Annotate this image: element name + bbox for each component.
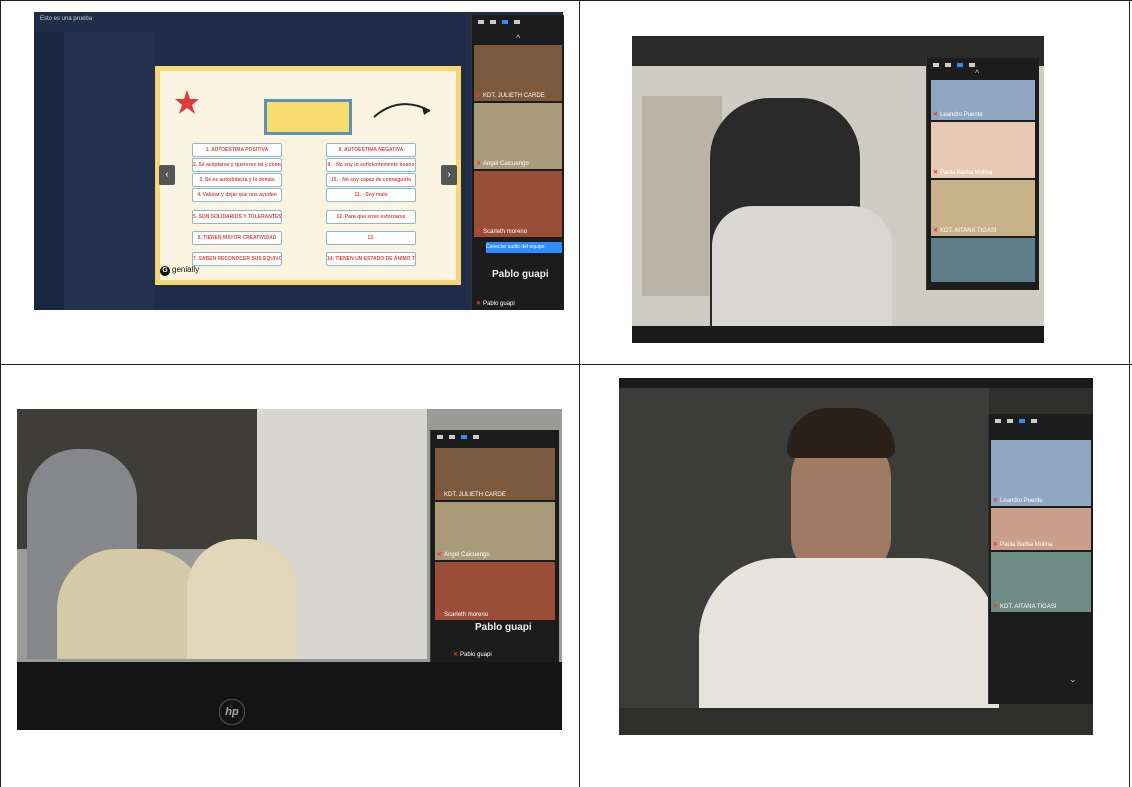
table-border-left	[0, 0, 1, 787]
student-figure	[187, 539, 297, 659]
slide-item: 8. AUTOESTIMA NEGATIVA	[326, 143, 416, 157]
participant-tile: ✕ KDT. JULIETH CARDE	[435, 448, 555, 500]
slide-item: 2. Sé aceptarse y quererse tal y como so…	[192, 158, 282, 172]
slide-item: 6. TIENEN MAYOR CREATIVIDAD	[192, 231, 282, 245]
star-icon	[175, 90, 199, 114]
participant-tile: ✕ KDT. AITANA TIGASI	[991, 552, 1091, 612]
chevron-right-icon[interactable]: ›	[441, 165, 457, 185]
participant-name: KDT. JULIETH CARDE	[444, 492, 506, 498]
slide-item: 13.	[326, 231, 416, 245]
participant-name: Paula Barba Molina	[1000, 542, 1053, 548]
zoom-view-controls[interactable]	[431, 430, 559, 444]
participant-name: Angel Caicuengo	[483, 161, 529, 167]
panel1-window-caption: Esto es una prueba	[40, 16, 93, 22]
participant-name: KDT. AITANA TIGASI	[940, 228, 997, 234]
participant-name: Leandro Puente	[940, 112, 983, 118]
mic-muted-icon: ✕	[476, 229, 482, 235]
participant-tile: ✕ Scarleth moreno	[474, 171, 562, 237]
slide-title-board	[264, 99, 352, 135]
zoom-view-controls[interactable]	[472, 15, 564, 29]
self-view-name: Pablo guapi	[460, 652, 492, 658]
zoom-view-controls[interactable]	[989, 414, 1093, 428]
mic-muted-icon: ✕	[437, 492, 443, 498]
slide-item: 7. SABEN RECONOCER SUS EQUIVOCACIONES	[192, 252, 282, 266]
mic-muted-icon: ✕	[437, 552, 443, 558]
slide-item: 12. Para que sirve esforzarse	[326, 210, 416, 224]
genially-slide: 1. AUTOESTIMA POSITIVA 2. Sé aceptarse y …	[155, 66, 461, 285]
chevron-down-icon[interactable]: ⌄	[1069, 674, 1077, 685]
mic-muted-icon: ✕	[476, 301, 482, 307]
self-view-name: Pablo guapi	[483, 301, 515, 307]
table-border-top	[0, 0, 1132, 1]
striped-shirt	[712, 206, 892, 343]
table-divider-vertical	[579, 0, 580, 787]
participant-tile: ✕ Paula Barba Molina	[931, 122, 1035, 178]
participant-name: KDT. JULIETH CARDE	[483, 93, 545, 99]
participant-name: Scarleth moreno	[483, 229, 528, 235]
mic-muted-icon: ✕	[993, 542, 999, 548]
mic-muted-icon: ✕	[453, 652, 459, 658]
slide-item: 4. Valorar y dejar que nos ayuden	[192, 188, 282, 202]
panel2-zoom-gallery: ^ ✕ Leandro Puente ✕ Paula Barba Molina ✕ K…	[926, 58, 1039, 290]
panel3-zoom-gallery: ✕ KDT. JULIETH CARDE ✕ Angel Caicuengo ✕ Sc…	[430, 430, 559, 662]
mic-muted-icon: ✕	[437, 612, 443, 618]
zoom-view-controls[interactable]	[927, 58, 1039, 72]
table-border-right	[1129, 0, 1130, 787]
mic-muted-icon: ✕	[933, 228, 939, 234]
panel1-zoom-gallery: ^ ✕ KDT. JULIETH CARDE ✕ Angel Caicuengo ✕…	[471, 15, 564, 310]
striped-shirt	[699, 558, 999, 708]
mic-muted-icon: ✕	[933, 170, 939, 176]
participant-tile: ✕ Leandro Puente	[931, 80, 1035, 120]
mic-muted-icon: ✕	[993, 604, 999, 610]
hp-logo: hp	[219, 699, 245, 725]
mic-muted-icon: ✕	[476, 93, 482, 99]
mic-muted-icon: ✕	[993, 498, 999, 504]
panel1-app-sidebar	[34, 32, 64, 310]
connect-audio-banner[interactable]: Conectar audio del equipo	[486, 242, 562, 253]
photo-collage-table: Esto es una prueba 1. AUTOESTIMA POSITIV…	[0, 0, 1132, 787]
table-divider-horizontal	[0, 364, 1132, 365]
participant-tile: ✕ Angel Caicuengo	[474, 103, 562, 169]
participant-tile	[931, 238, 1035, 282]
participant-tile: ✕ Leandro Puente	[991, 440, 1091, 506]
chevron-left-icon[interactable]: ‹	[159, 165, 175, 185]
chevron-up-icon[interactable]: ^	[975, 68, 979, 78]
slide-item: 3. Se es autodidacta y lo demás	[192, 173, 282, 187]
active-speaker-name: Pablo guapi	[492, 269, 549, 280]
participant-tile: ✕ Scarleth moreno	[435, 562, 555, 620]
participant-name: Angel Caicuengo	[444, 552, 490, 558]
genially-logo-text: genially	[172, 265, 200, 274]
active-speaker-name: Pablo guapi	[475, 622, 532, 633]
mic-muted-icon: ✕	[933, 112, 939, 118]
participant-name: Scarleth moreno	[444, 612, 489, 618]
arrow-icon	[373, 103, 431, 118]
panel4-zoom-gallery: ✕ Leandro Puente ✕ Paula Barba Molina ✕ KDT…	[988, 414, 1093, 704]
student-figure	[57, 549, 207, 659]
slide-item: 5. SON SOLIDARIOS Y TOLERANTES	[192, 210, 282, 224]
participant-tile: ✕ KDT. JULIETH CARDE	[474, 45, 562, 101]
slide-item: 9. - No soy lo suficientemente bueno	[326, 158, 416, 172]
slide-item: 14. TIENEN UN ESTADO DE ÁNIMO TRISTE	[326, 252, 416, 266]
participant-tile: ✕ KDT. AITANA TIGASI	[931, 180, 1035, 236]
chevron-up-icon[interactable]: ^	[516, 33, 520, 43]
participant-name: KDT. AITANA TIGASI	[1000, 604, 1057, 610]
mic-muted-icon: ✕	[476, 161, 482, 167]
slide-item: 11. - Soy malo	[326, 188, 416, 202]
participant-name: Paula Barba Molina	[940, 170, 993, 176]
panel1-side-list	[64, 32, 154, 310]
participant-tile: ✕ Paula Barba Molina	[991, 508, 1091, 550]
participant-name: Leandro Puente	[1000, 498, 1043, 504]
slide-item: 1. AUTOESTIMA POSITIVA	[192, 143, 282, 157]
genially-logo: Ggenially	[160, 265, 199, 276]
participant-tile: ✕ Angel Caicuengo	[435, 502, 555, 560]
slide-item: 10. - No soy capaz de conseguirlo	[326, 173, 416, 187]
